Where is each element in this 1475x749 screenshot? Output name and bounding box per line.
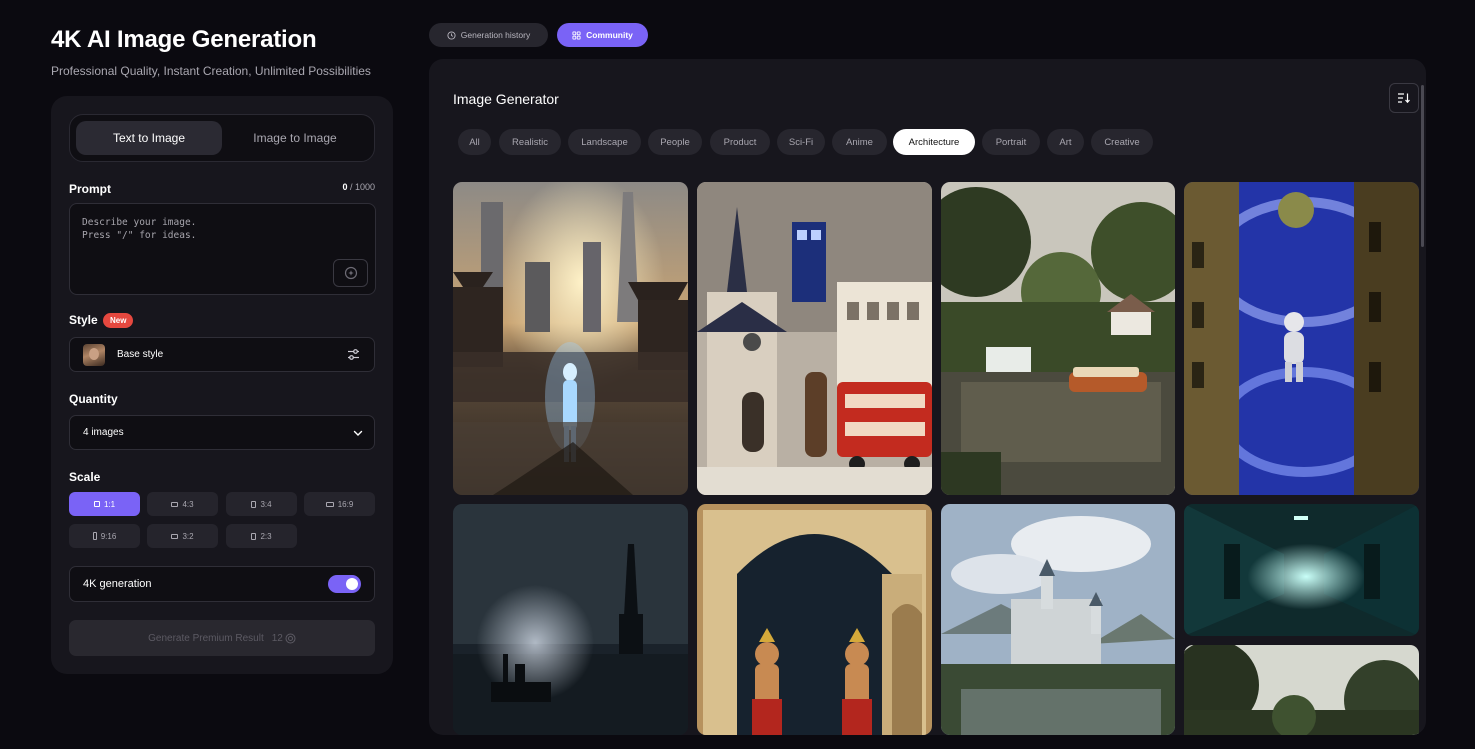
landscape-ratio-icon [171,533,179,539]
square-ratio-icon [93,501,100,507]
scale-4-3-button[interactable]: 4:3 [147,492,218,516]
prompt-counter: 0 / 1000 [342,182,375,192]
gallery-image [941,182,1175,495]
tab-label: Generation history [460,30,531,40]
scale-3-2-button[interactable]: 3:2 [147,524,218,548]
gallery-scrollbar[interactable] [1421,85,1424,247]
text-to-image-tab[interactable]: Text to Image [76,121,222,155]
scale-option-label: 1:1 [103,499,116,509]
scale-9-16-button[interactable]: 9:16 [69,524,140,548]
generator-panel: Text to Image Image to Image Prompt 0 / … [51,96,393,674]
gallery-image-city-hologram[interactable] [453,182,688,495]
gallery-image-teal-corridor[interactable] [1184,504,1419,636]
k4-generation-label: 4K generation [83,578,152,590]
gallery-image-forest-sky[interactable] [1184,645,1419,735]
scale-option-label: 9:16 [100,531,117,541]
gallery-image [697,504,932,735]
tab-community[interactable]: Community [557,23,648,47]
quantity-select[interactable]: 4 images [69,415,375,450]
generate-cost: 12 [272,633,296,644]
generate-label: Generate Premium Result [148,632,264,644]
k4-generation-toggle[interactable] [328,575,361,593]
gallery-image [453,182,688,495]
sparkle-circle-icon [344,266,357,280]
style-select[interactable]: Base style [69,337,375,372]
sliders-icon[interactable] [347,348,360,361]
new-badge: New [103,313,134,328]
filter-chip-landscape[interactable]: Landscape [568,129,641,155]
style-label: Style [69,313,98,327]
gallery-image [453,504,688,735]
gallery-image-night-ship[interactable] [453,504,688,735]
gallery-image-waterfall-boat[interactable] [941,182,1175,495]
scale-2-3-button[interactable]: 2:3 [226,524,297,548]
gallery-image [1184,182,1419,495]
gallery-panel: Image Generator All Realistic Landscape … [429,59,1426,735]
prompt-max: / 1000 [347,182,375,192]
gallery-image [1184,645,1419,735]
credit-coin-icon [285,633,296,643]
gallery-image [697,182,932,495]
scale-option-label: 4:3 [182,499,194,509]
gallery-image [941,504,1175,735]
filter-chip-all[interactable]: All [458,129,491,155]
portrait-ratio-icon [251,500,257,508]
chevron-down-icon [353,430,363,436]
style-name: Base style [117,349,164,360]
filter-chip-people[interactable]: People [648,129,702,155]
scale-16-9-button[interactable]: 16:9 [304,492,375,516]
filter-chip-sci-fi[interactable]: Sci-Fi [777,129,825,155]
scale-option-label: 2:3 [260,531,272,541]
prompt-label: Prompt [69,182,111,196]
filter-chip-creative[interactable]: Creative [1091,129,1153,155]
wide-ratio-icon [325,501,334,507]
scale-option-label: 3:2 [182,531,194,541]
enhance-prompt-button[interactable] [333,259,368,287]
scale-3-4-button[interactable]: 3:4 [226,492,297,516]
scale-option-label: 3:4 [260,499,272,509]
prompt-input[interactable] [82,216,322,256]
generate-button[interactable]: Generate Premium Result 12 [69,620,375,656]
portrait-ratio-icon [251,532,257,540]
sort-icon [1398,93,1410,104]
filter-chip-realistic[interactable]: Realistic [499,129,561,155]
grid-icon [572,30,581,40]
filter-chip-portrait[interactable]: Portrait [982,129,1040,155]
prompt-box [69,203,376,295]
tab-label: Community [586,30,633,40]
scale-label: Scale [69,470,101,484]
gallery-image-astronaut-alley[interactable] [1184,182,1419,495]
image-to-image-tab[interactable]: Image to Image [222,121,368,155]
quantity-label: Quantity [69,392,118,406]
gallery-title: Image Generator [453,91,559,107]
gallery-image [1184,504,1419,636]
filter-chip-product[interactable]: Product [710,129,770,155]
landscape-ratio-icon [171,501,179,507]
credit-count: 12 [271,632,283,644]
k4-generation-row: 4K generation [69,566,375,602]
filter-chip-art[interactable]: Art [1047,129,1084,155]
page-subtitle: Professional Quality, Instant Creation, … [51,64,371,78]
filter-chip-architecture[interactable]: Architecture [893,129,975,155]
gallery-image-castle-lake[interactable] [941,504,1175,735]
page-title: 4K AI Image Generation [51,26,317,53]
quantity-value: 4 images [83,427,124,438]
filter-chip-anime[interactable]: Anime [832,129,887,155]
clock-icon [447,30,456,40]
mode-toggle: Text to Image Image to Image [69,114,375,162]
gallery-image-temple-arch[interactable] [697,504,932,735]
tall-ratio-icon [92,532,97,540]
scale-1-1-button[interactable]: 1:1 [69,492,140,516]
gallery-image-church-bus[interactable] [697,182,932,495]
page: 4K AI Image Generation Professional Qual… [0,0,1475,749]
tab-generation-history[interactable]: Generation history [429,23,548,47]
style-thumbnail [83,344,105,366]
sort-button[interactable] [1389,83,1419,113]
scale-option-label: 16:9 [337,499,354,509]
